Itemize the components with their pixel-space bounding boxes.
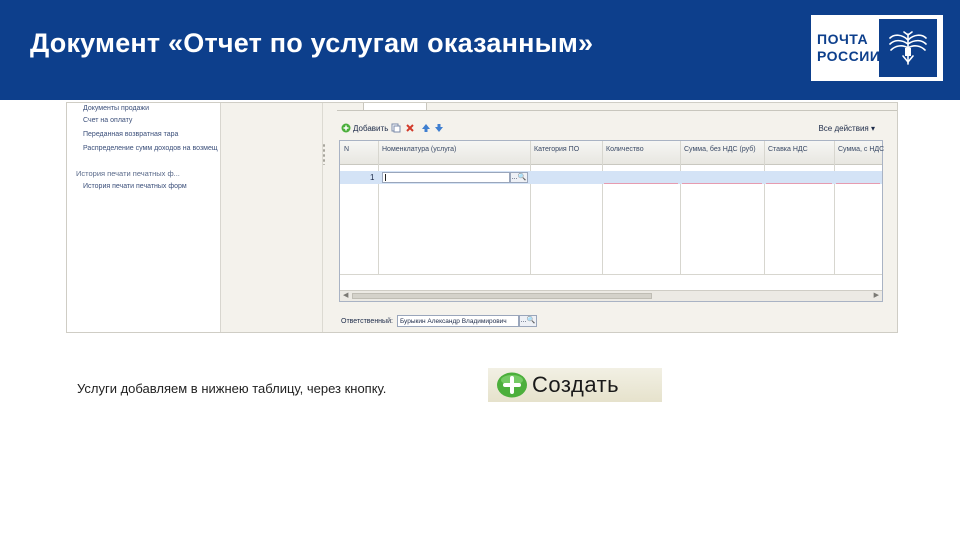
required-underline — [604, 183, 678, 184]
table-footer-line — [340, 274, 882, 275]
column-divider — [378, 141, 379, 274]
column-divider — [764, 141, 765, 274]
column-divider — [530, 141, 531, 274]
column-header-sum-with-vat[interactable]: Сумма, с НДС — [838, 146, 884, 153]
all-actions-menu[interactable]: Все действия ▾ — [818, 124, 875, 133]
nomenclature-select-button[interactable]: ...🔍 — [510, 172, 528, 183]
logo-line-1: ПОЧТА — [817, 31, 869, 47]
tab-active[interactable] — [363, 103, 427, 111]
move-up-icon[interactable] — [421, 123, 431, 133]
add-icon — [341, 123, 351, 133]
nav-item-invoice[interactable]: Счет на оплату — [83, 117, 132, 124]
text-caret — [385, 174, 386, 181]
scroll-left-icon[interactable]: ◀ — [343, 291, 348, 299]
add-button[interactable]: Добавить — [341, 123, 388, 133]
plus-circle-icon — [497, 372, 527, 398]
middle-pane — [223, 103, 323, 332]
column-divider — [602, 141, 603, 274]
nav-group-print-history[interactable]: История печати печатных ф... — [76, 169, 180, 178]
responsible-select-button[interactable]: ...🔍 — [518, 315, 537, 327]
logo-line-2: РОССИИ — [817, 48, 881, 64]
nav-item-sales-docs[interactable]: Документы продажи — [83, 105, 149, 112]
row-number: 1 — [370, 173, 375, 182]
add-button-label: Добавить — [353, 123, 389, 133]
nav-item-print-history[interactable]: История печати печатных форм — [83, 183, 187, 190]
responsible-input[interactable]: Бурыкин Александр Владимирович — [396, 315, 519, 327]
navigation-panel: Документы продажи Счет на оплату Передан… — [67, 103, 221, 332]
required-underline — [682, 183, 762, 184]
column-header-vat-rate[interactable]: Ставка НДС — [768, 146, 808, 153]
table-toolbar: Добавить Все действия ▾ — [341, 121, 881, 137]
nav-item-returnable-tare[interactable]: Переданная возвратная тара — [83, 131, 178, 138]
app-screenshot: Документы продажи Счет на оплату Передан… — [66, 102, 898, 333]
delete-icon[interactable] — [405, 123, 415, 133]
responsible-label: Ответственный: — [341, 317, 393, 325]
panel-splitter[interactable] — [322, 143, 326, 165]
scroll-right-icon[interactable]: ▶ — [874, 291, 879, 299]
column-header-n[interactable]: N — [344, 146, 349, 153]
create-button-label: Создать — [532, 372, 620, 397]
scrollbar-thumb[interactable] — [352, 293, 652, 299]
header-band: Документ «Отчет по услугам оказанным» ПО… — [0, 0, 960, 100]
create-button[interactable]: Создать — [488, 368, 662, 402]
table-header: N Номенклатура (услуга) Категория ПО Кол… — [340, 141, 884, 165]
column-divider — [680, 141, 681, 274]
nomenclature-input[interactable] — [382, 172, 510, 183]
column-header-nomenclature[interactable]: Номенклатура (услуга) — [382, 146, 456, 153]
responsible-field: Ответственный: Бурыкин Александр Владими… — [341, 315, 537, 327]
pochta-rossii-logo: ПОЧТА РОССИИ — [811, 15, 943, 81]
eagle-emblem-icon — [879, 19, 937, 77]
required-underline — [836, 183, 880, 184]
services-table: N Номенклатура (услуга) Категория ПО Кол… — [339, 140, 884, 302]
logo-text: ПОЧТА РОССИИ — [811, 31, 881, 65]
required-underline — [766, 183, 832, 184]
move-down-icon[interactable] — [434, 123, 444, 133]
column-header-quantity[interactable]: Количество — [606, 146, 644, 153]
column-header-sum-without-vat[interactable]: Сумма, без НДС (руб) — [684, 146, 756, 153]
copy-icon[interactable] — [391, 123, 401, 133]
nav-item-income-distribution[interactable]: Распределение сумм доходов на возмещ — [83, 145, 218, 152]
horizontal-scrollbar[interactable]: ◀ ▶ — [340, 290, 882, 301]
page-title: Документ «Отчет по услугам оказанным» — [30, 28, 594, 58]
column-divider — [834, 141, 835, 274]
instruction-text: Услуги добавляем в нижнею таблицу, через… — [77, 381, 387, 396]
column-header-category[interactable]: Категория ПО — [534, 146, 579, 153]
